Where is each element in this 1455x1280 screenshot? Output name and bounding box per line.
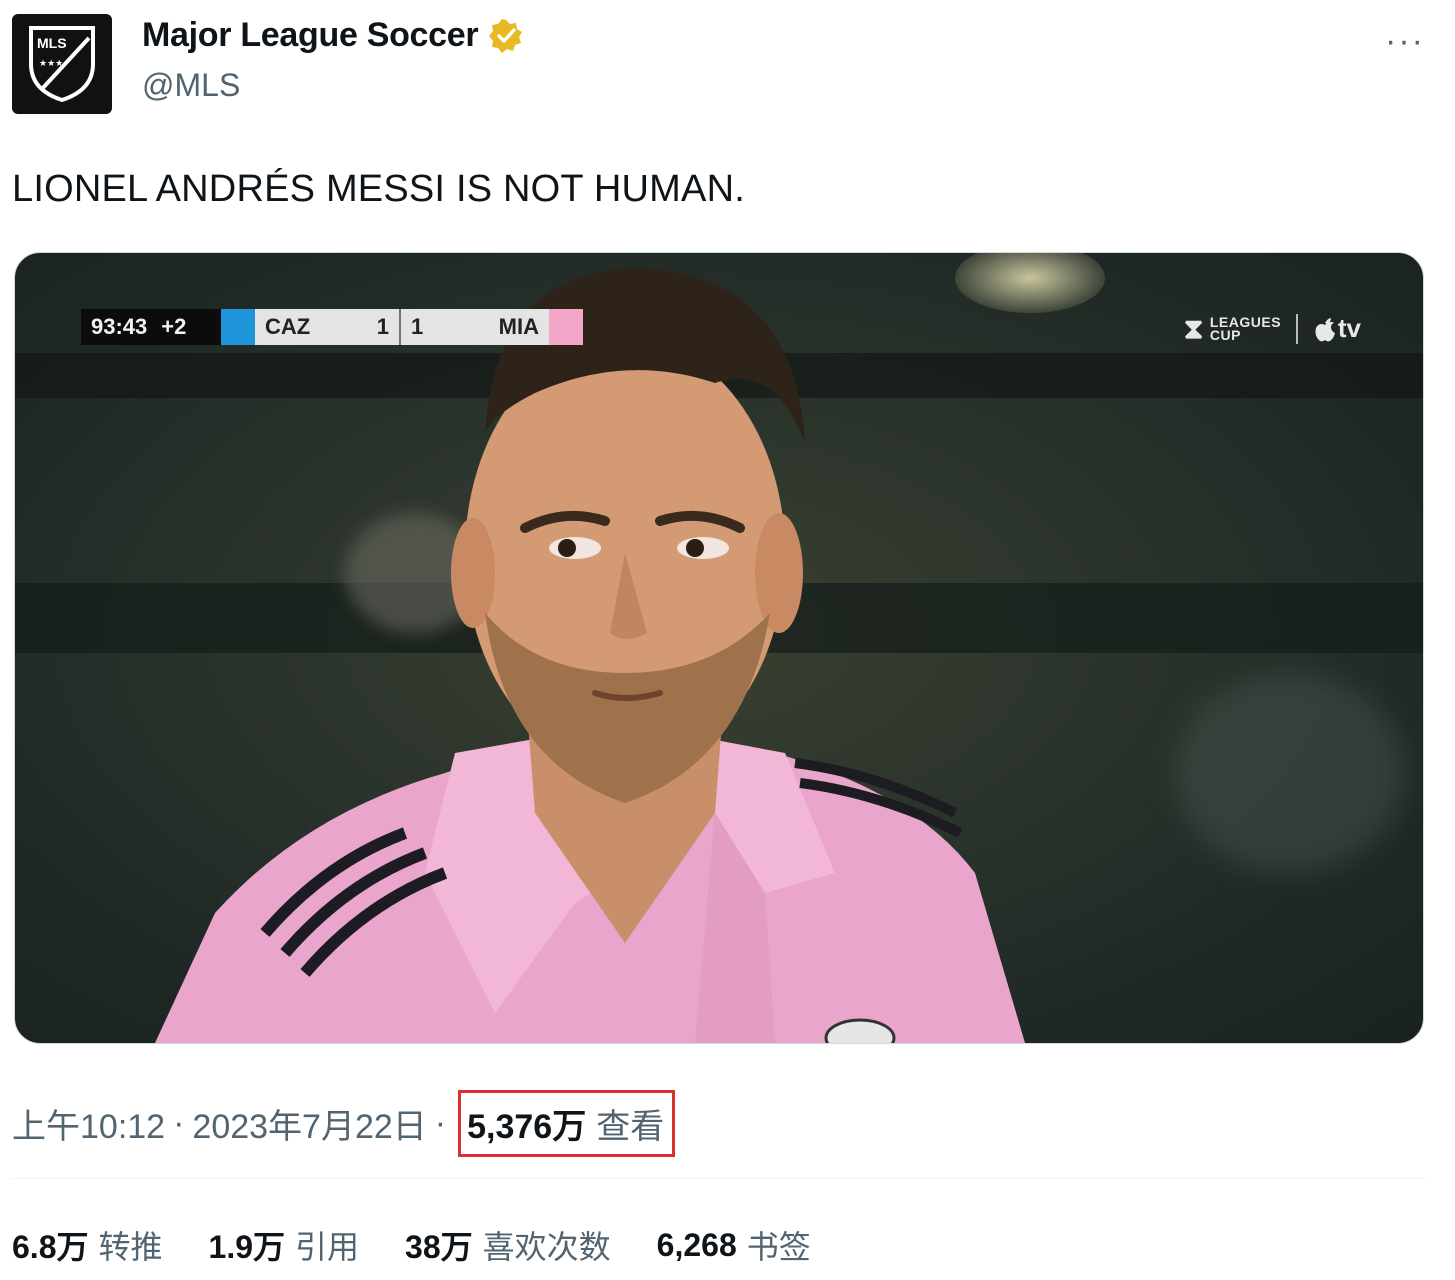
apple-icon: [1315, 317, 1335, 341]
scorebug: 93:43 +2 CAZ 1 1 MIA: [81, 309, 583, 345]
meta-separator: ·: [434, 1104, 447, 1142]
author-handle[interactable]: @MLS: [142, 67, 524, 104]
away-team: 1 MIA: [401, 309, 549, 345]
leagues-cup-icon: ⧗: [1183, 313, 1204, 344]
tweet-text: LIONEL ANDRÉS MESSI IS NOT HUMAN.: [12, 168, 745, 210]
away-team-score: 1: [411, 314, 424, 339]
stat-number: 6.8万: [12, 1229, 89, 1265]
player-illustration: [155, 268, 1025, 1043]
stat-number: 1.9万: [208, 1229, 286, 1265]
views-highlight[interactable]: 5,376万 查看: [458, 1090, 676, 1157]
broadcast-logos: ⧗ LEAGUES CUP tv: [1184, 313, 1361, 344]
divider-line: [12, 1178, 1427, 1179]
leagues-cup-text: LEAGUES CUP: [1209, 313, 1282, 343]
tweet-date[interactable]: 2023年7月22日: [192, 1099, 426, 1148]
author-name[interactable]: Major League Soccer: [142, 16, 479, 55]
mls-crest-icon: MLS ★★★: [29, 26, 95, 103]
stat-number: 38万: [405, 1229, 473, 1265]
leagues-cup-logo: ⧗ LEAGUES CUP: [1183, 313, 1282, 344]
stat-number: 6,268: [656, 1226, 737, 1263]
stat-label: 书签: [746, 1229, 811, 1265]
home-team-color: [221, 309, 255, 345]
avatar[interactable]: MLS ★★★: [12, 14, 112, 114]
away-team-name: MIA: [498, 314, 539, 339]
tweet-media-image[interactable]: 93:43 +2 CAZ 1 1 MIA ⧗ LEAGUES CUP tv: [14, 252, 1424, 1044]
background-blur: [1175, 673, 1405, 873]
home-team-name: CAZ: [265, 314, 311, 339]
meta-separator: ·: [173, 1104, 185, 1142]
stat-quotes[interactable]: 1.9万 引用: [209, 1222, 360, 1268]
more-options-icon[interactable]: ···: [1385, 22, 1425, 61]
away-team-color: [549, 309, 583, 345]
stat-label: 引用: [295, 1229, 360, 1265]
avatar-text: MLS: [37, 35, 67, 51]
stat-label: 喜欢次数: [482, 1229, 611, 1265]
stars-icon: ★★★: [39, 59, 63, 69]
engagement-stats: 6.8万 转推 1.9万 引用 38万 喜欢次数 6,268 书签: [12, 1222, 857, 1268]
tv-text: tv: [1337, 313, 1361, 343]
views-count: 5,376万: [467, 1108, 587, 1146]
author-block: Major League Soccer @MLS: [142, 16, 524, 104]
home-team-score: 1: [376, 314, 389, 339]
views-label: 查看: [596, 1108, 665, 1146]
stat-bookmarks[interactable]: 6,268 书签: [657, 1222, 811, 1268]
apple-tv-logo: tv: [1314, 313, 1361, 344]
match-clock: 93:43 +2: [81, 309, 221, 345]
clock-time: 93:43: [91, 314, 148, 339]
added-time: +2: [161, 314, 187, 339]
verified-badge-icon: [489, 18, 523, 53]
logo-divider: [1295, 313, 1298, 344]
home-team: CAZ 1: [255, 309, 399, 345]
stat-retweets[interactable]: 6.8万 转推: [12, 1222, 163, 1268]
author-name-row: Major League Soccer: [142, 16, 524, 55]
stat-label: 转推: [98, 1229, 163, 1265]
tweet-time[interactable]: 上午10:12: [12, 1099, 165, 1148]
tweet-meta: 上午10:12 · 2023年7月22日 · 5,376万 查看: [12, 1090, 676, 1157]
stat-likes[interactable]: 38万 喜欢次数: [405, 1222, 611, 1268]
